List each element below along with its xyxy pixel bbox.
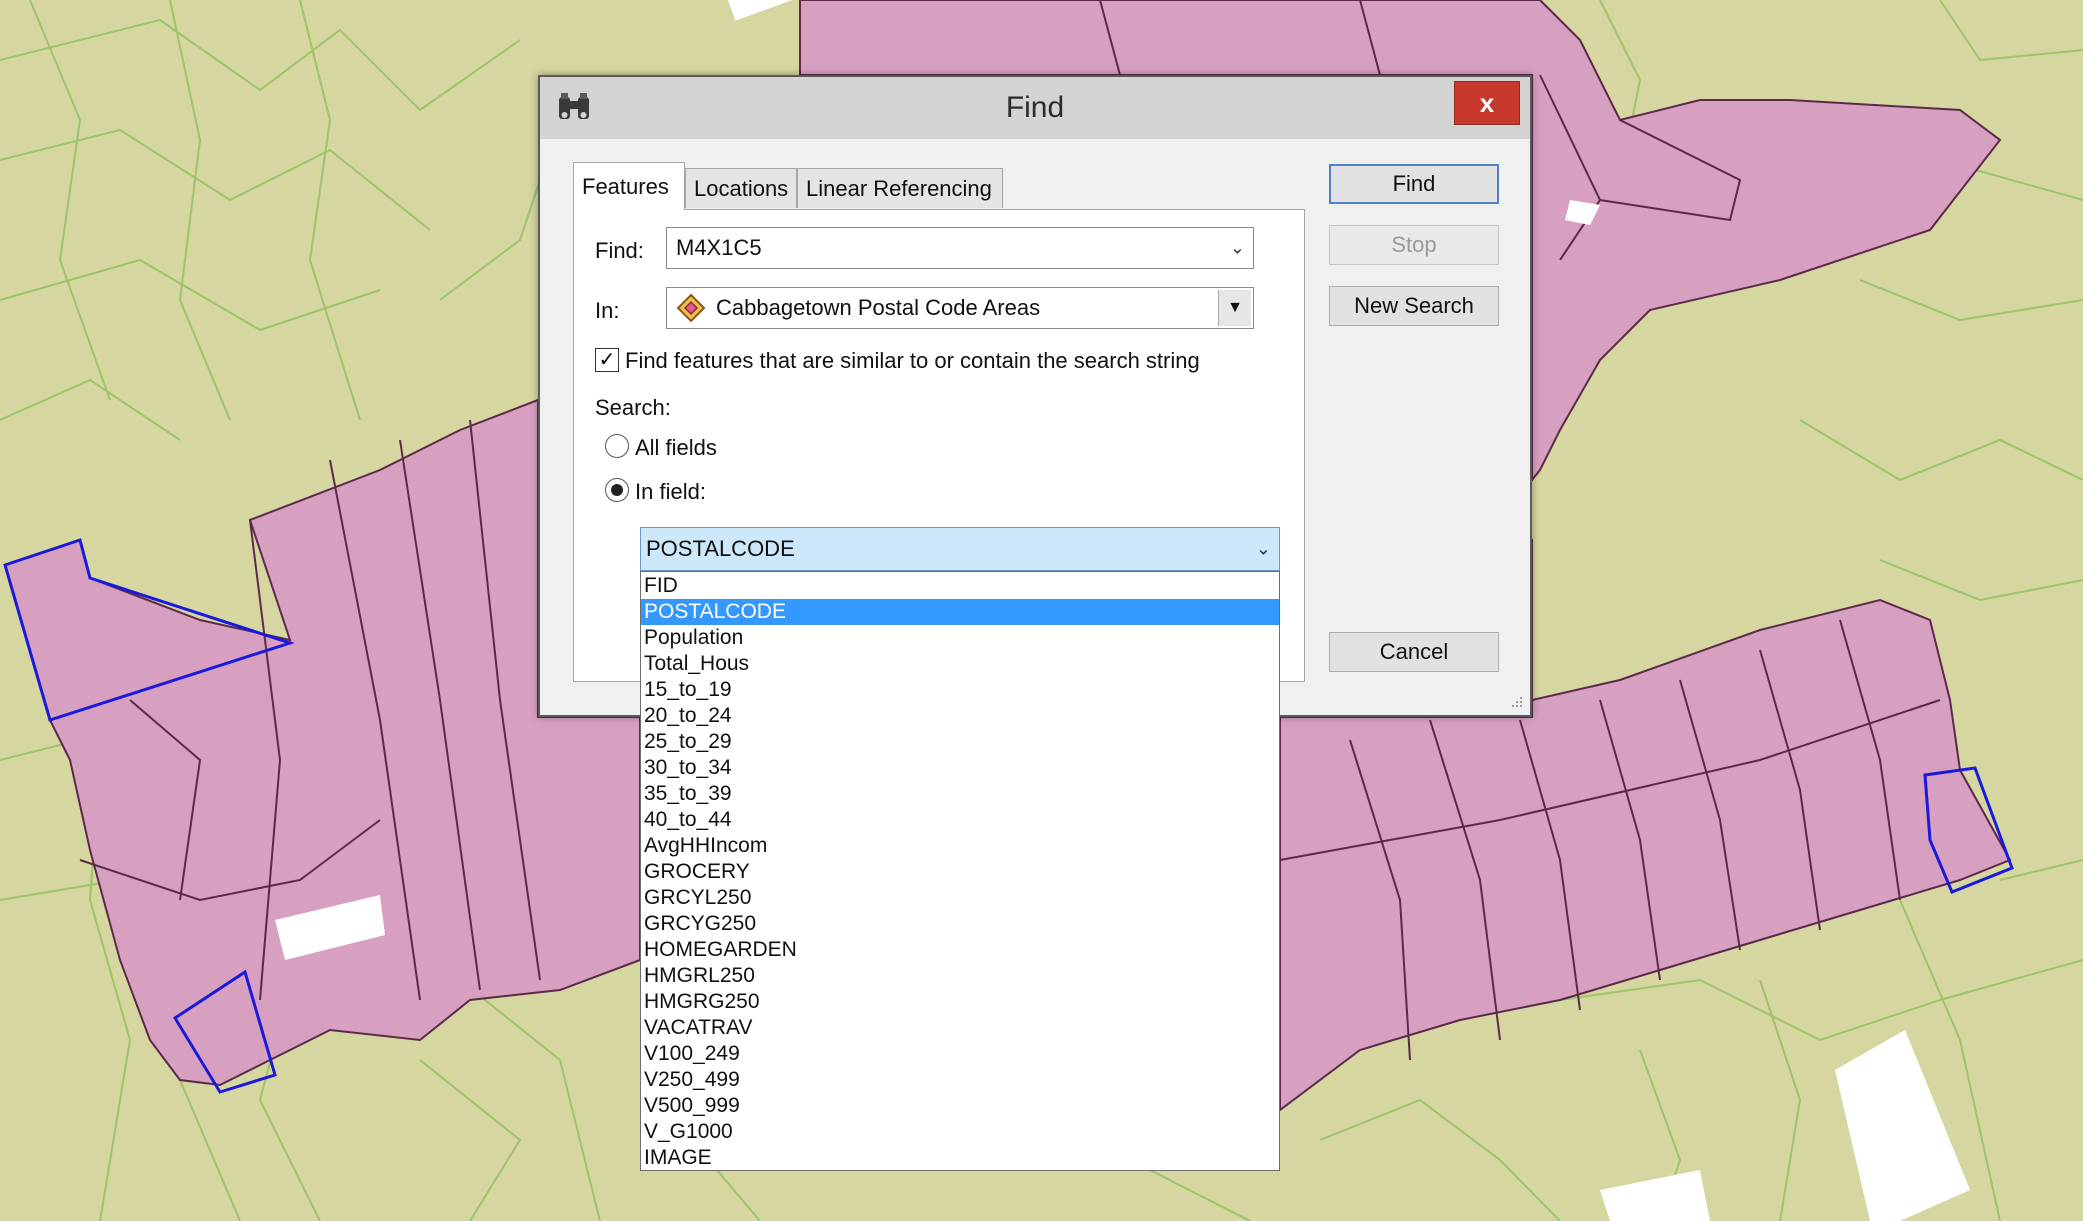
- in-label: In:: [595, 298, 620, 323]
- field-option[interactable]: AvgHHIncom: [641, 833, 1279, 859]
- field-option[interactable]: 30_to_34: [641, 755, 1279, 781]
- dialog-titlebar[interactable]: Find x: [540, 77, 1530, 139]
- chevron-down-icon[interactable]: ⌄: [1230, 238, 1245, 259]
- field-option[interactable]: V500_999: [641, 1093, 1279, 1119]
- field-option[interactable]: FID: [641, 573, 1279, 599]
- cancel-button[interactable]: Cancel: [1329, 632, 1499, 672]
- field-option[interactable]: 15_to_19: [641, 677, 1279, 703]
- field-option[interactable]: POSTALCODE: [641, 599, 1279, 625]
- field-option[interactable]: Total_Hous: [641, 651, 1279, 677]
- resize-grip-icon[interactable]: [1508, 693, 1524, 709]
- find-input[interactable]: M4X1C5 ⌄: [666, 227, 1254, 269]
- dialog-title: Find: [1005, 91, 1065, 124]
- chevron-down-icon[interactable]: ⌄: [1256, 539, 1271, 560]
- field-select-value: POSTALCODE: [646, 536, 795, 561]
- in-field-label[interactable]: In field:: [635, 479, 706, 505]
- tab-features[interactable]: Features: [573, 162, 685, 210]
- find-input-value: M4X1C5: [676, 235, 762, 260]
- field-option[interactable]: 20_to_24: [641, 703, 1279, 729]
- field-option[interactable]: 35_to_39: [641, 781, 1279, 807]
- checkmark-icon: ✓: [598, 349, 616, 371]
- field-option[interactable]: V100_249: [641, 1041, 1279, 1067]
- polygon-layer-icon: [676, 293, 706, 323]
- field-option[interactable]: HOMEGARDEN: [641, 937, 1279, 963]
- field-option[interactable]: HMGRG250: [641, 989, 1279, 1015]
- field-option[interactable]: IMAGE: [641, 1145, 1279, 1171]
- find-button[interactable]: Find: [1329, 164, 1499, 204]
- field-option[interactable]: GROCERY: [641, 859, 1279, 885]
- tab-locations[interactable]: Locations: [685, 168, 797, 208]
- field-option[interactable]: V_G1000: [641, 1119, 1279, 1145]
- tab-linear-referencing[interactable]: Linear Referencing: [797, 168, 1003, 208]
- similar-checkbox-label[interactable]: Find features that are similar to or con…: [625, 348, 1200, 374]
- find-label: Find:: [595, 238, 644, 263]
- field-option[interactable]: GRCYG250: [641, 911, 1279, 937]
- dropdown-arrow-icon[interactable]: ▼: [1218, 290, 1251, 326]
- close-icon: x: [1479, 87, 1495, 118]
- all-fields-radio[interactable]: [605, 434, 629, 458]
- field-option[interactable]: GRCYL250: [641, 885, 1279, 911]
- field-option[interactable]: 25_to_29: [641, 729, 1279, 755]
- layer-select[interactable]: Cabbagetown Postal Code Areas ▼: [666, 287, 1254, 329]
- field-option[interactable]: 40_to_44: [641, 807, 1279, 833]
- new-search-button[interactable]: New Search: [1329, 286, 1499, 326]
- similar-checkbox[interactable]: ✓: [595, 348, 619, 372]
- search-label: Search:: [595, 395, 671, 420]
- field-option[interactable]: HMGRL250: [641, 963, 1279, 989]
- all-fields-label[interactable]: All fields: [635, 435, 717, 461]
- in-field-radio[interactable]: [605, 478, 629, 502]
- radio-selected-dot: [611, 484, 623, 496]
- field-select[interactable]: POSTALCODE ⌄: [640, 527, 1280, 571]
- field-option[interactable]: V250_499: [641, 1067, 1279, 1093]
- field-option[interactable]: Population: [641, 625, 1279, 651]
- field-options-list: FID POSTALCODE Population Total_Hous 15_to_1…: [640, 571, 1280, 1171]
- field-option[interactable]: VACATRAV: [641, 1015, 1279, 1041]
- close-button[interactable]: x: [1454, 81, 1520, 125]
- layer-select-value: Cabbagetown Postal Code Areas: [716, 295, 1041, 320]
- stop-button[interactable]: Stop: [1329, 225, 1499, 265]
